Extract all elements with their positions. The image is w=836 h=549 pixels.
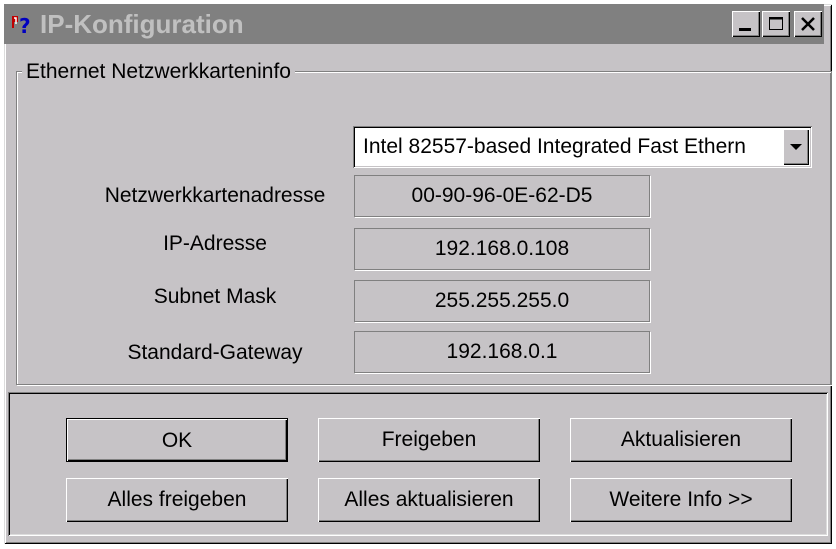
dropdown-button[interactable] <box>783 129 809 165</box>
group-title: Ethernet Netzwerkkarteninfo <box>22 60 295 84</box>
mac-label: Netzwerkkartenadresse <box>104 184 326 207</box>
renew-all-button[interactable]: Alles aktualisieren <box>318 478 540 522</box>
window-title: IP-Konfiguration <box>40 9 244 39</box>
subnet-value: 255.255.255.0 <box>354 280 650 322</box>
release-all-button[interactable]: Alles freigeben <box>66 478 288 522</box>
gateway-label: Standard-Gateway <box>127 341 303 364</box>
close-button[interactable] <box>794 11 822 37</box>
more-info-button[interactable]: Weitere Info >> <box>570 478 792 522</box>
ip-value: 192.168.0.108 <box>354 228 650 270</box>
adapter-select-value: Intel 82557-based Integrated Fast Ethern <box>363 135 746 158</box>
minimize-icon <box>739 28 751 31</box>
ip-label: IP-Adresse <box>163 232 267 255</box>
title-bar[interactable]: ? IP-Konfiguration <box>4 4 824 44</box>
subnet-label: Subnet Mask <box>153 285 277 308</box>
maximize-button[interactable] <box>762 11 790 37</box>
gateway-value: 192.168.0.1 <box>354 331 650 373</box>
chevron-down-icon <box>790 144 802 150</box>
maximize-icon <box>769 17 783 30</box>
minimize-button[interactable] <box>732 11 760 37</box>
svg-text:?: ? <box>19 14 31 36</box>
close-icon <box>801 17 815 31</box>
network-help-icon: ? <box>10 12 36 38</box>
renew-button[interactable]: Aktualisieren <box>570 418 792 462</box>
release-button[interactable]: Freigeben <box>318 418 540 462</box>
mac-value: 00-90-96-0E-62-D5 <box>354 175 650 217</box>
ok-button[interactable]: OK <box>66 418 288 462</box>
adapter-select[interactable]: Intel 82557-based Integrated Fast Ethern <box>353 126 812 168</box>
